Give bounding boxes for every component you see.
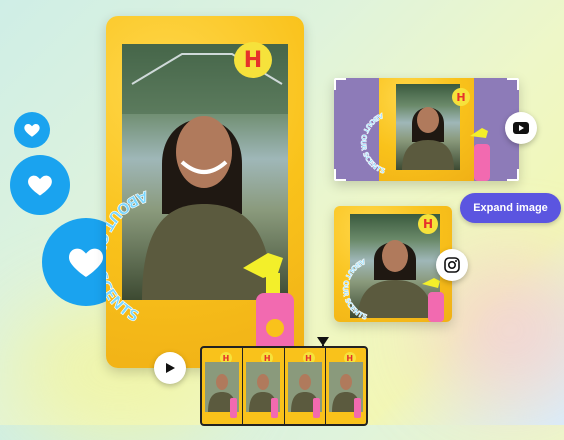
person-illustration (402, 107, 454, 170)
timeline-frame[interactable]: H (243, 348, 285, 424)
crop-corner-top-right[interactable] (507, 78, 519, 90)
video-timeline[interactable]: H H H H (200, 346, 368, 426)
story-card[interactable]: H ABOUT OUR SCENTS (106, 16, 304, 368)
crop-corner-top-left[interactable] (334, 78, 346, 90)
person-illustration (246, 362, 281, 418)
crop-corner-bottom-left[interactable] (334, 169, 346, 181)
timeline-frame[interactable]: H (202, 348, 244, 424)
play-icon (166, 363, 175, 373)
person-illustration (205, 362, 239, 418)
brand-badge: H (452, 88, 470, 106)
youtube-card[interactable]: H ABOUT OUR SCENTS (334, 78, 519, 181)
timeline-frame[interactable]: H (285, 348, 326, 424)
instagram-button[interactable] (436, 249, 468, 281)
heart-icon (68, 248, 104, 277)
svg-text:ABOUT OUR SCENTS: ABOUT OUR SCENTS (341, 257, 368, 322)
heart-icon-medium (10, 155, 70, 215)
brand-badge: H (418, 214, 438, 234)
instagram-card[interactable]: H ABOUT OUR SCENTS (334, 206, 452, 322)
youtube-icon (513, 122, 529, 134)
expand-image-button[interactable]: Expand image (460, 193, 561, 223)
heart-icon (24, 124, 40, 137)
youtube-photo (396, 84, 460, 170)
spray-bottle-illustration (422, 278, 444, 322)
svg-text:ABOUT OUR SCENTS: ABOUT OUR SCENTS (359, 111, 386, 176)
instagram-icon (444, 257, 460, 273)
curved-text: ABOUT OUR SCENTS (341, 257, 369, 322)
svg-text:ABOUT OUR SCENTS: ABOUT OUR SCENTS (106, 187, 151, 326)
spray-bottle-illustration (470, 128, 490, 181)
timeline-frame[interactable]: H (326, 348, 366, 424)
person-illustration (328, 362, 363, 418)
youtube-button[interactable] (505, 112, 537, 144)
play-button[interactable] (154, 352, 186, 384)
crop-corner-bottom-right[interactable] (507, 169, 519, 181)
heart-icon (28, 175, 52, 196)
brand-badge: H (234, 42, 272, 78)
person-illustration (287, 362, 322, 418)
curved-text: ABOUT OUR SCENTS (359, 111, 387, 176)
heart-icon-small (14, 112, 50, 148)
curved-text: ABOUT OUR SCENTS (106, 187, 151, 326)
